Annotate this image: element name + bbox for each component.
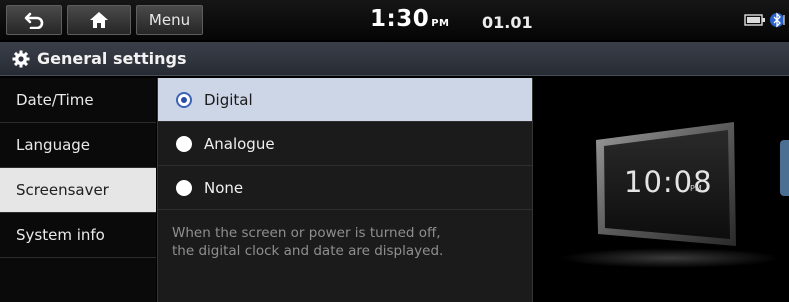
menu-button[interactable]: Menu — [136, 5, 203, 35]
gear-icon — [12, 50, 30, 67]
sidebar-item-language[interactable]: Language — [0, 123, 156, 168]
sidebar-item-label: Date/Time — [16, 91, 94, 109]
status-icons — [744, 12, 789, 28]
option-digital[interactable]: Digital — [158, 78, 532, 122]
side-panel-handle[interactable] — [780, 140, 789, 196]
sidebar: Date/Time Language Screensaver System in… — [0, 78, 156, 302]
option-none[interactable]: None — [158, 166, 532, 210]
screensaver-preview: 10:08 PM — [534, 78, 789, 302]
sidebar-item-label: Language — [16, 136, 91, 154]
status-bar: Menu 1:30 PM 01.01 — [0, 0, 789, 40]
option-description: When the screen or power is turned off, … — [158, 210, 532, 260]
menu-button-label: Menu — [148, 11, 191, 29]
sidebar-item-label: Screensaver — [16, 181, 109, 199]
home-button[interactable] — [67, 5, 131, 35]
option-label: Digital — [204, 90, 253, 109]
description-line-1: When the screen or power is turned off, — [172, 225, 441, 241]
sidebar-item-screensaver[interactable]: Screensaver — [0, 168, 156, 213]
radio-icon[interactable] — [176, 179, 192, 196]
preview-clock-time: 10:08 — [624, 165, 713, 199]
back-arrow-icon — [24, 12, 44, 29]
radio-selected-icon[interactable] — [176, 91, 192, 108]
back-button[interactable] — [6, 5, 62, 35]
clock-time: 1:30 — [370, 6, 430, 32]
description-line-2: the digital clock and date are displayed… — [172, 243, 444, 259]
bluetooth-icon — [770, 12, 785, 28]
screensaver-options: Digital Analogue None When the screen or… — [157, 78, 533, 302]
clock: 1:30 PM — [370, 6, 450, 32]
date-display: 01.01 — [482, 13, 533, 32]
radio-icon[interactable] — [176, 135, 192, 152]
option-analogue[interactable]: Analogue — [158, 122, 532, 166]
preview-clock-ampm: PM — [690, 184, 702, 193]
sidebar-item-label: System info — [16, 226, 105, 244]
sidebar-item-system-info[interactable]: System info — [0, 213, 156, 258]
title-bar: General settings — [0, 42, 789, 76]
option-label: Analogue — [204, 134, 275, 153]
sidebar-item-date-time[interactable]: Date/Time — [0, 78, 156, 123]
page-title: General settings — [37, 49, 187, 68]
battery-icon — [744, 14, 765, 26]
option-label: None — [204, 178, 244, 197]
home-icon — [90, 12, 108, 28]
clock-ampm: PM — [431, 18, 450, 29]
